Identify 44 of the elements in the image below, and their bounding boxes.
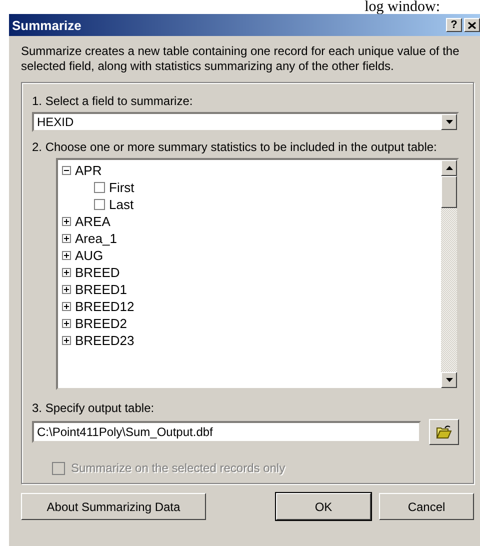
cancel-button[interactable]: Cancel	[379, 493, 474, 520]
tree-item[interactable]: APR	[75, 163, 102, 178]
help-button[interactable]: About Summarizing Data	[21, 493, 206, 520]
expand-icon[interactable]	[62, 268, 71, 277]
folder-icon	[436, 425, 452, 439]
tree-item[interactable]: Area_1	[75, 231, 117, 246]
tree-item[interactable]: BREED1	[75, 282, 128, 297]
checkbox[interactable]	[94, 199, 105, 210]
expand-icon[interactable]	[62, 302, 71, 311]
tree-item[interactable]: BREED12	[75, 299, 134, 314]
close-button[interactable]	[464, 18, 480, 32]
dropdown-arrow-icon	[446, 120, 452, 124]
scroll-up-arrow-icon	[446, 166, 452, 170]
help-button[interactable]: ?	[446, 18, 462, 32]
window-title: Summarize	[12, 18, 82, 32]
ok-button[interactable]: OK	[276, 493, 371, 520]
collapse-icon[interactable]	[62, 166, 71, 175]
close-icon	[468, 22, 476, 28]
expand-icon[interactable]	[62, 251, 71, 260]
tree-item[interactable]: BREED2	[75, 316, 128, 331]
document-text: log window:	[364, 0, 440, 14]
scrollbar[interactable]	[441, 160, 457, 388]
checkbox-label: Summarize on the selected records only	[71, 461, 286, 475]
expand-icon[interactable]	[62, 234, 71, 243]
tree-item[interactable]: AUG	[75, 248, 104, 263]
checkbox[interactable]	[94, 182, 105, 193]
dropdown-arrow-icon	[446, 378, 452, 382]
expand-icon[interactable]	[62, 217, 71, 226]
output-label: 3. Specify output table:	[32, 400, 156, 416]
statistic-label: First	[109, 180, 134, 195]
statistics-label: 2. Choose one or more summary statistics to be included in the output table:	[32, 140, 438, 155]
tree-item[interactable]: AREA	[75, 214, 110, 229]
statistic-label: Last	[109, 197, 134, 212]
output-table-field[interactable]: C:\Point411Poly\Sum_Output.dbf	[32, 421, 421, 443]
tree-item[interactable]: BREED	[75, 265, 120, 280]
expand-icon[interactable]	[62, 319, 71, 328]
expand-icon[interactable]	[62, 285, 71, 294]
browse-button[interactable]	[429, 419, 459, 445]
tree-item[interactable]: BREED23	[75, 333, 134, 348]
field-label: 1. Select a field to summarize:	[32, 93, 194, 109]
description-text: Summarize creates a new table containing one record for each unique value of the selected field, along with statistics summarizing any of the other fields.	[21, 44, 460, 74]
expand-icon[interactable]	[62, 336, 71, 345]
field-dropdown[interactable]: HEXID	[32, 112, 459, 132]
scroll-thumb[interactable]	[441, 176, 457, 208]
